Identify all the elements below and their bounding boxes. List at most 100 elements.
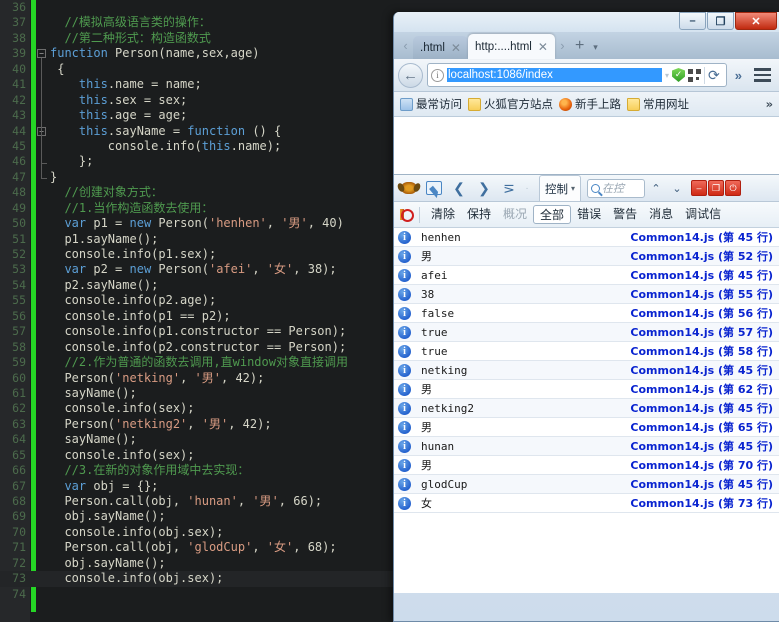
browser-tab-2[interactable]: http:....html ✕ [467, 34, 555, 59]
editor-code-area[interactable]: 36 37 //模拟高级语言类的操作： 38 //第二种形式：构造函数式 39− fun… [0, 0, 400, 602]
chevron-down-icon[interactable]: ▾ [571, 184, 575, 193]
console-row[interactable]: i 男 Common14.js (第 52 行) [394, 247, 779, 266]
tab-scroll-right-icon[interactable]: › [555, 33, 570, 59]
code-line[interactable]: 39 − function Person(name,sex,age) [0, 46, 400, 61]
console-source-link[interactable]: Common14.js (第 45 行) [630, 400, 779, 416]
filter-messages-button[interactable]: 消息 [643, 205, 679, 224]
bookmark-item-firefox-site[interactable]: 火狐官方站点 [468, 96, 553, 112]
browser-tab-1-close-icon[interactable]: ✕ [451, 41, 461, 55]
console-source-link[interactable]: Common14.js (第 57 行) [630, 324, 779, 340]
devtools-close-button[interactable]: ⏻ [725, 180, 742, 196]
console-source-link[interactable]: Common14.js (第 55 行) [630, 286, 779, 302]
code-line[interactable]: 52 console.info(p1.sex); [0, 247, 400, 262]
tab-strip[interactable]: ‹ .html ✕ http:....html ✕ › + ▾ [394, 32, 779, 59]
back-button[interactable]: ← [398, 62, 423, 88]
code-line[interactable]: 53 var p2 = new Person('afei', '女', 38); [0, 262, 400, 277]
code-line[interactable]: 41 this.name = name; [0, 77, 400, 92]
code-line[interactable]: 73 console.info(obj.sex); [0, 571, 400, 587]
code-line[interactable]: 43 this.age = age; [0, 108, 400, 123]
console-row[interactable]: i hunan Common14.js (第 45 行) [394, 437, 779, 456]
scroll-up-icon[interactable]: ⌃ [646, 182, 666, 195]
code-line[interactable]: 64 sayName(); [0, 432, 400, 447]
browser-window[interactable]: – ❐ ✕ ‹ .html ✕ http:....html ✕ › + ▾ ← … [393, 12, 779, 622]
console-source-link[interactable]: Common14.js (第 73 行) [630, 495, 779, 511]
code-line[interactable]: 42 this.sex = sex; [0, 93, 400, 108]
navigation-toolbar[interactable]: ← i localhost:1086/index ▾ ⟳ » [394, 59, 779, 92]
console-source-link[interactable]: Common14.js (第 58 行) [630, 343, 779, 359]
tab-list-menu-icon[interactable]: ▾ [589, 42, 602, 59]
console-source-link[interactable]: Common14.js (第 62 行) [630, 381, 779, 397]
element-picker-icon[interactable] [422, 177, 446, 199]
console-row[interactable]: i henhen Common14.js (第 45 行) [394, 228, 779, 247]
devtools-back-icon[interactable]: ❮ [447, 177, 471, 199]
filter-errors-button[interactable]: 错误 [571, 205, 607, 224]
console-row[interactable]: i afei Common14.js (第 45 行) [394, 266, 779, 285]
code-line[interactable]: 71 Person.call(obj, 'glodCup', '女', 68); [0, 540, 400, 555]
address-bar[interactable]: i localhost:1086/index ▾ ⟳ [427, 63, 727, 87]
code-line[interactable]: 61 sayName(); [0, 386, 400, 401]
browser-tab-2-close-icon[interactable]: ✕ [538, 40, 548, 54]
hamburger-menu-icon[interactable] [750, 68, 775, 82]
code-line[interactable]: 63 Person('netking2', '男', 42); [0, 417, 400, 432]
overview-button[interactable]: 概况 [497, 205, 533, 224]
qr-code-icon[interactable] [688, 68, 702, 82]
code-line[interactable]: 72 obj.sayName(); [0, 556, 400, 571]
browser-tab-1[interactable]: .html ✕ [413, 36, 468, 59]
clear-button[interactable]: 清除 [425, 205, 461, 224]
console-source-link[interactable]: Common14.js (第 70 行) [630, 457, 779, 473]
tab-console[interactable]: 控制 ▾ [539, 175, 582, 201]
code-line[interactable]: 74 [0, 587, 400, 602]
bookmark-item-common-sites[interactable]: 常用网址 [627, 96, 689, 112]
bookmark-item-most-visited[interactable]: 最常访问 [400, 96, 462, 112]
code-line[interactable]: 59 //2.作为普通的函数去调用,直window对象直接调用 [0, 355, 400, 370]
code-line[interactable]: 55 console.info(p2.age); [0, 293, 400, 308]
console-row[interactable]: i 男 Common14.js (第 65 行) [394, 418, 779, 437]
console-filter-bar[interactable]: 清除 保持 概况 全部 错误 警告 消息 调试信 [394, 202, 779, 228]
devtools-list-icon[interactable]: ⋝ [497, 177, 521, 199]
code-line[interactable]: 49 //1.当作构造函数去使用： [0, 201, 400, 216]
maximize-button[interactable]: ❐ [707, 12, 734, 30]
devtools-dock-button[interactable]: ❐ [708, 180, 725, 196]
console-source-link[interactable]: Common14.js (第 45 行) [630, 362, 779, 378]
chevron-down-icon[interactable]: ▾ [665, 71, 669, 80]
toolbar-overflow-button[interactable]: » [731, 68, 746, 83]
url-input[interactable]: localhost:1086/index [447, 68, 663, 82]
console-source-link[interactable]: Common14.js (第 52 行) [630, 248, 779, 264]
console-row[interactable]: i false Common14.js (第 56 行) [394, 304, 779, 323]
bookmark-item-getting-started[interactable]: 新手上路 [559, 96, 621, 112]
code-line[interactable]: 66 //3.在新的对象作用域中去实现： [0, 463, 400, 478]
no-entry-icon[interactable] [399, 208, 414, 222]
console-source-link[interactable]: Common14.js (第 45 行) [630, 476, 779, 492]
code-line[interactable]: 38 //第二种形式：构造函数式 [0, 31, 400, 46]
code-line[interactable]: 56 console.info(p1 == p2); [0, 309, 400, 324]
filter-all-button[interactable]: 全部 [533, 205, 572, 224]
devtools-forward-icon[interactable]: ❯ [472, 177, 496, 199]
code-line[interactable]: 57 console.info(p1.constructor == Person… [0, 324, 400, 339]
code-line[interactable]: 36 [0, 0, 400, 15]
info-icon[interactable]: i [431, 68, 444, 82]
bookmarks-toolbar[interactable]: 最常访问 火狐官方站点 新手上路 常用网址 » [394, 92, 779, 117]
bug-icon[interactable] [397, 177, 421, 199]
console-row[interactable]: i 女 Common14.js (第 73 行) [394, 494, 779, 513]
code-line[interactable]: 50 var p1 = new Person('henhen', '男', 40… [0, 216, 400, 231]
console-source-link[interactable]: Common14.js (第 45 行) [630, 229, 779, 245]
devtools-minimize-button[interactable]: – [691, 180, 708, 196]
code-line[interactable]: 70 console.info(obj.sex); [0, 525, 400, 540]
code-line[interactable]: 67 var obj = {}; [0, 479, 400, 494]
new-tab-button[interactable]: + [570, 36, 589, 59]
code-line[interactable]: 68 Person.call(obj, 'hunan', '男', 66); [0, 494, 400, 509]
code-line[interactable]: 37 //模拟高级语言类的操作： [0, 15, 400, 30]
code-line[interactable]: 54 p2.sayName(); [0, 278, 400, 293]
devtools-search-input[interactable]: 在控 [587, 178, 646, 198]
code-line[interactable]: 62 console.info(sex); [0, 401, 400, 416]
bookmarks-overflow-icon[interactable]: » [766, 97, 773, 111]
fold-toggle-icon[interactable]: − [37, 49, 46, 59]
scroll-down-icon[interactable]: ⌄ [667, 182, 687, 195]
console-source-link[interactable]: Common14.js (第 65 行) [630, 419, 779, 435]
console-output-list[interactable]: i henhen Common14.js (第 45 行) i 男 Common14.js… [394, 228, 779, 593]
code-line[interactable]: 58 console.info(p2.constructor == Person… [0, 340, 400, 355]
close-button[interactable]: ✕ [735, 12, 777, 30]
code-line[interactable]: 46 }; [0, 154, 400, 169]
developer-tools[interactable]: ❮ ❯ ⋝ · 控制 ▾ 在控 ⌃ ⌄ – ❐ ⏻ 清除 保持 概况 全部 错误… [394, 174, 779, 593]
console-row[interactable]: i true Common14.js (第 58 行) [394, 342, 779, 361]
